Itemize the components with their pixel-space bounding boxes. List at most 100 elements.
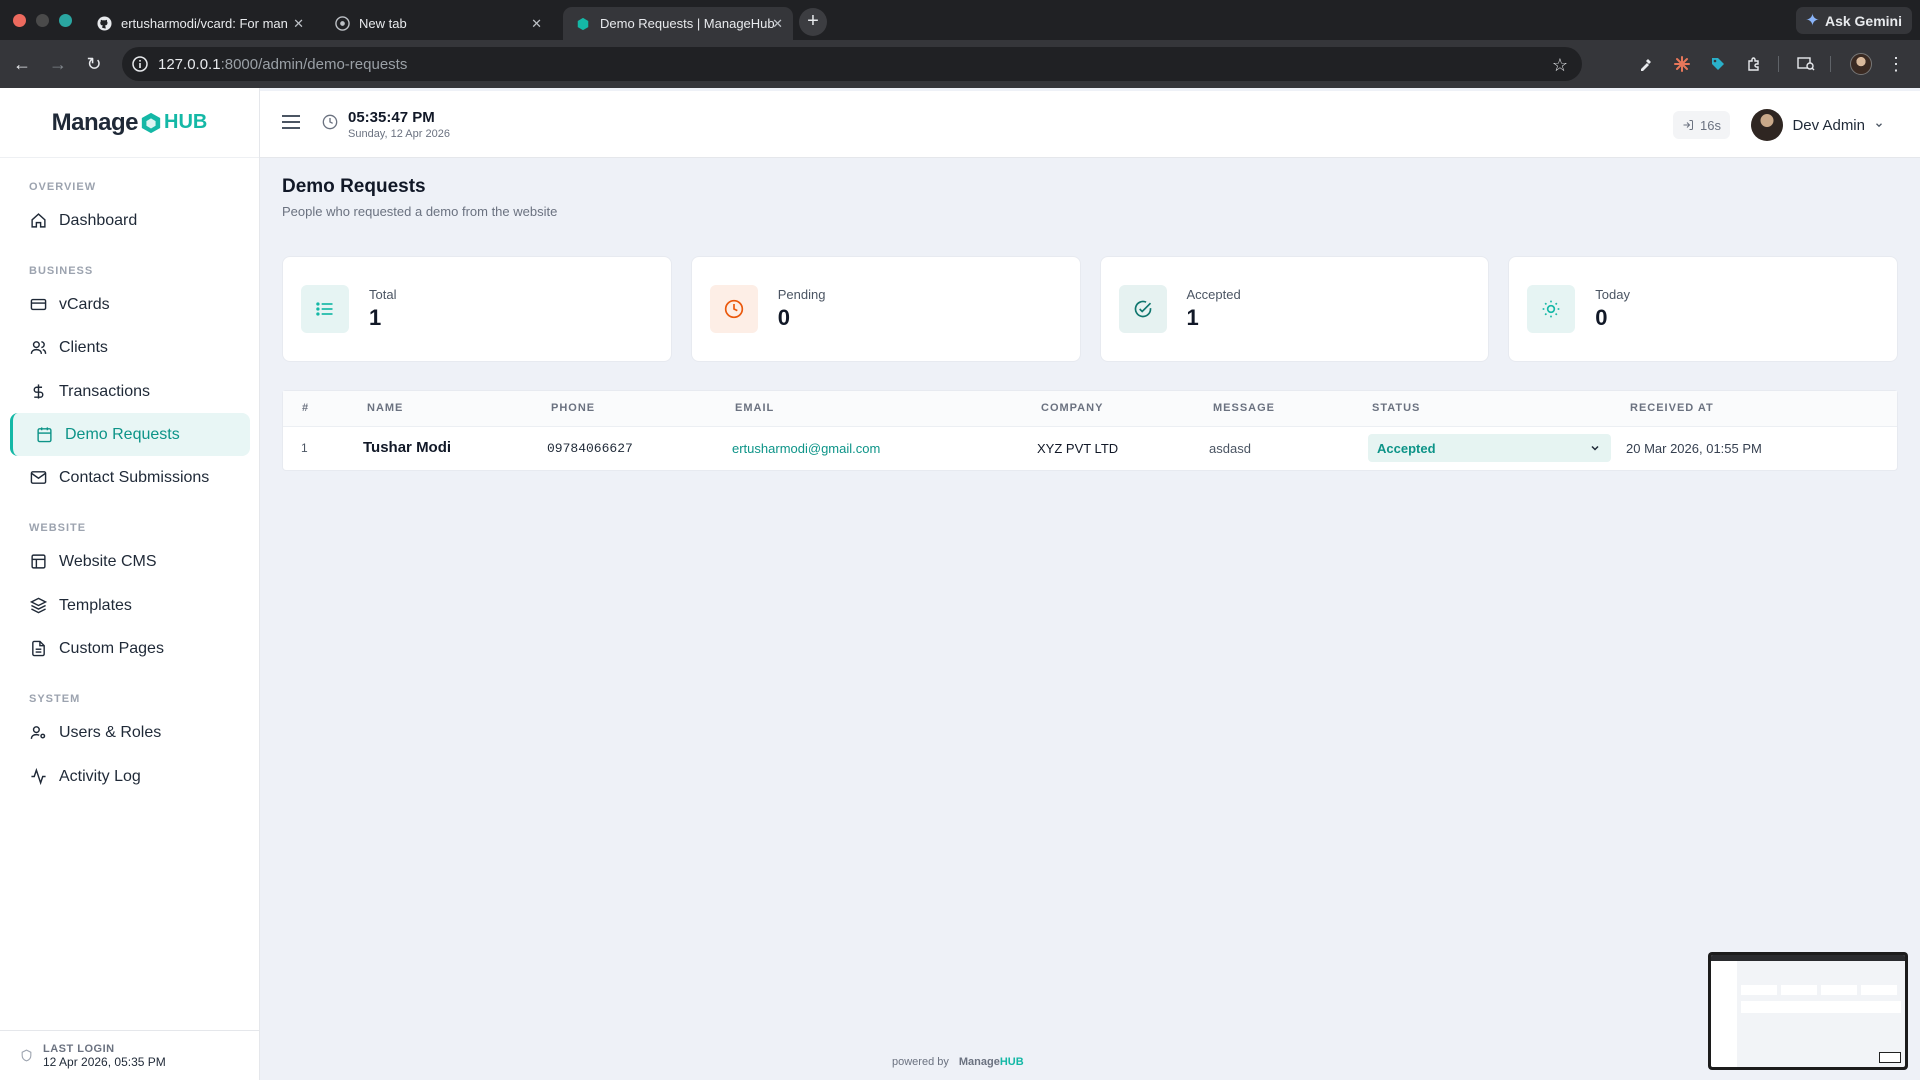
sidebar-item-dashboard[interactable]: Dashboard: [10, 199, 250, 242]
browser-tab-strip: ertusharmodi/vcard: For man ✕ New tab ✕ …: [0, 0, 1920, 40]
main-content: Demo Requests People who requested a dem…: [282, 176, 1898, 219]
users-icon: [30, 341, 47, 354]
stat-label: Accepted: [1186, 287, 1241, 302]
close-tab-icon[interactable]: ✕: [293, 16, 304, 32]
browser-tab-demo-requests[interactable]: Demo Requests | ManageHub ✕: [563, 7, 793, 40]
cell-number: 1: [301, 441, 308, 455]
sidebar-item-website-cms[interactable]: Website CMS: [10, 540, 250, 583]
sidebar-item-label: Activity Log: [59, 767, 141, 785]
sidebar-item-contact-submissions[interactable]: Contact Submissions: [10, 456, 250, 499]
browser-menu-icon[interactable]: ⋮: [1884, 52, 1908, 76]
last-login-value: 12 Apr 2026, 05:35 PM: [43, 1054, 166, 1069]
sidebar-item-templates[interactable]: Templates: [10, 584, 250, 627]
minimize-window-button[interactable]: [36, 14, 49, 27]
stat-value: 1: [369, 305, 382, 330]
address-bar[interactable]: 127.0.0.1:8000/admin/demo-requests ☆: [122, 47, 1582, 81]
tab-title: Demo Requests | ManageHub: [600, 16, 775, 31]
column-header: MESSAGE: [1213, 402, 1276, 414]
reload-button[interactable]: ↻: [82, 52, 106, 76]
ask-gemini-button[interactable]: Ask Gemini: [1795, 7, 1912, 34]
demo-requests-table: # NAME PHONE EMAIL COMPANY MESSAGE STATU…: [282, 390, 1898, 471]
cell-phone: 09784066627: [547, 441, 633, 456]
cell-email-link[interactable]: ertusharmodi@gmail.com: [732, 441, 880, 456]
page-subtitle: People who requested a demo from the web…: [282, 204, 558, 219]
close-window-button[interactable]: [13, 14, 26, 27]
login-icon: [1683, 120, 1694, 130]
sidebar-item-label: vCards: [59, 295, 110, 313]
nav-section-website: WEBSITE: [29, 522, 87, 534]
tag-extension-icon[interactable]: [1706, 52, 1730, 76]
file-icon: [32, 640, 45, 657]
url-path: :8000/admin/demo-requests: [220, 55, 408, 73]
footer-brand: ManageHUB: [958, 1056, 1024, 1068]
forward-button[interactable]: →: [46, 52, 70, 76]
url-host: 127.0.0.1: [158, 55, 221, 73]
layout-icon: [31, 554, 46, 569]
maximize-window-button[interactable]: [59, 14, 72, 27]
menu-toggle-icon[interactable]: [282, 113, 302, 131]
bookmark-star-icon[interactable]: ☆: [1552, 55, 1568, 76]
layers-icon: [30, 597, 47, 614]
brand-logo[interactable]: Manage HUB: [0, 88, 259, 158]
powered-by-label: powered by: [892, 1056, 949, 1068]
stat-value: 0: [777, 305, 790, 330]
last-login-panel: LAST LOGIN 12 Apr 2026, 05:35 PM: [0, 1030, 259, 1080]
sidebar-item-label: Demo Requests: [65, 425, 180, 443]
status-select-value: Accepted: [1377, 440, 1436, 456]
sidebar-item-users-roles[interactable]: Users & Roles: [10, 711, 250, 754]
extensions-puzzle-icon[interactable]: [1742, 52, 1766, 76]
sidebar-item-label: Contact Submissions: [59, 468, 210, 486]
calendar-icon: [37, 427, 52, 443]
current-date: Sunday, 12 Apr 2026: [348, 128, 450, 140]
column-header: COMPANY: [1041, 402, 1104, 414]
browser-toolbar: ← → ↻ 127.0.0.1:8000/admin/demo-requests…: [0, 40, 1920, 88]
new-tab-button[interactable]: +: [799, 8, 827, 36]
card-icon: [30, 298, 47, 311]
sidebar: Manage HUB OVERVIEW Dashboard BUSINESS v…: [0, 88, 260, 1080]
column-header: STATUS: [1372, 402, 1421, 414]
sidebar-item-clients[interactable]: Clients: [10, 326, 250, 369]
brand-cube-icon: [141, 112, 161, 133]
last-login-label: LAST LOGIN: [43, 1042, 115, 1055]
activity-icon: [31, 768, 46, 785]
clock-icon: [709, 285, 758, 333]
close-tab-icon[interactable]: ✕: [531, 16, 542, 32]
home-icon: [31, 213, 46, 228]
dollar-icon: [33, 384, 44, 399]
clock-icon: [322, 114, 338, 130]
column-header: #: [302, 402, 310, 414]
sidebar-item-transactions[interactable]: Transactions: [10, 370, 250, 413]
back-button[interactable]: ←: [10, 52, 34, 76]
browser-tab-github[interactable]: ertusharmodi/vcard: For man ✕: [84, 7, 314, 40]
cell-name: Tushar Modi: [363, 439, 452, 456]
close-tab-icon[interactable]: ✕: [772, 16, 783, 32]
eyedropper-extension-icon[interactable]: [1634, 52, 1658, 76]
cell-received-at: 20 Mar 2026, 01:55 PM: [1626, 441, 1762, 456]
app-root: Manage HUB OVERVIEW Dashboard BUSINESS v…: [0, 88, 1920, 1080]
status-select[interactable]: Accepted: [1368, 434, 1611, 462]
site-info-icon[interactable]: [132, 56, 148, 72]
user-cog-icon: [30, 726, 46, 739]
session-timer[interactable]: 16s: [1673, 111, 1730, 139]
sidebar-item-vcards[interactable]: vCards: [10, 283, 250, 326]
stat-card-pending: Pending 0: [690, 256, 1081, 362]
brand-name: Manage: [51, 108, 139, 136]
stat-label: Today: [1595, 287, 1630, 302]
profile-avatar[interactable]: [1849, 52, 1873, 76]
column-header: NAME: [367, 402, 404, 414]
user-menu[interactable]: Dev Admin: [1751, 109, 1884, 141]
sidebar-item-label: Clients: [59, 338, 108, 356]
sidebar-item-activity-log[interactable]: Activity Log: [10, 755, 250, 798]
sidebar-item-demo-requests[interactable]: Demo Requests: [10, 413, 250, 456]
stat-value: 1: [1186, 305, 1199, 330]
nav-section-system: SYSTEM: [29, 693, 81, 705]
cell-message: asdasd: [1209, 441, 1251, 456]
tab-search-icon[interactable]: [1794, 52, 1818, 76]
sidebar-item-custom-pages[interactable]: Custom Pages: [10, 627, 250, 670]
picture-in-picture-preview[interactable]: [1708, 952, 1908, 1070]
table-row: 1 Tushar Modi 09784066627 ertusharmodi@g…: [283, 427, 1897, 470]
shield-icon: [21, 1049, 32, 1062]
gemini-icon: [1805, 12, 1819, 29]
claude-extension-icon[interactable]: [1670, 52, 1694, 76]
browser-tab-new[interactable]: New tab ✕: [322, 7, 552, 40]
